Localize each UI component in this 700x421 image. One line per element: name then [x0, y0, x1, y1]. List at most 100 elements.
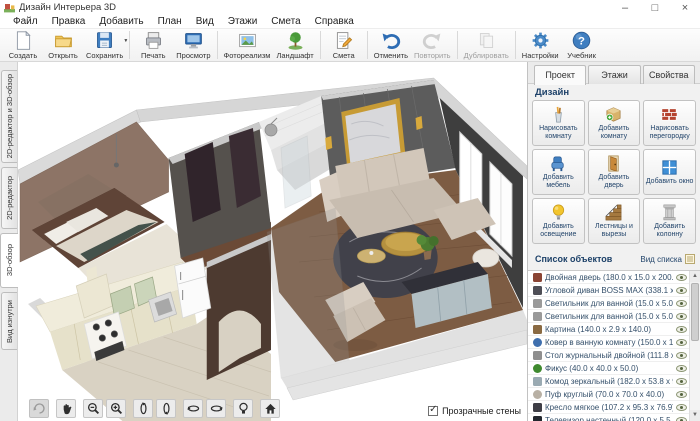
- transparent-walls-toggle[interactable]: Прозрачные стены: [428, 406, 521, 416]
- minimize-button[interactable]: –: [610, 1, 640, 15]
- draw-room-button[interactable]: Нарисовать комнату: [532, 100, 585, 146]
- orbit-left-button[interactable]: [183, 399, 203, 418]
- rotate-vertical-right-icon: [159, 401, 174, 416]
- orbit-right-button[interactable]: [206, 399, 226, 418]
- scroll-thumb[interactable]: [691, 283, 699, 341]
- object-row[interactable]: Пуф круглый (70.0 x 70.0 x 40.0): [528, 388, 689, 401]
- add-room-button[interactable]: Добавить комнату: [588, 100, 641, 146]
- list-view-icon[interactable]: [685, 250, 695, 268]
- object-row[interactable]: Телевизор настенный (120.0 x 5.5 x 7...: [528, 414, 689, 421]
- landscape-icon: [285, 30, 306, 51]
- right-panel: Проект Этажи Свойства Дизайн Нарисовать …: [527, 62, 700, 421]
- view-toolbar: [29, 399, 280, 418]
- visibility-eye-icon[interactable]: [676, 352, 687, 359]
- armchair-icon: [533, 403, 542, 412]
- menu-estimate[interactable]: Смета: [264, 16, 307, 27]
- add-furniture-button[interactable]: Добавить мебель: [532, 149, 585, 195]
- object-row[interactable]: Стол журнальный двойной (111.8 x 8...: [528, 349, 689, 362]
- duplicate-button[interactable]: Дублировать: [461, 29, 512, 61]
- visibility-eye-icon[interactable]: [676, 339, 687, 346]
- settings-button[interactable]: Настройки: [519, 29, 562, 61]
- tab-properties[interactable]: Свойства: [643, 65, 695, 84]
- open-icon: [53, 30, 74, 51]
- menu-help[interactable]: Справка: [308, 16, 361, 27]
- transparent-walls-checkbox[interactable]: [428, 406, 438, 416]
- close-button[interactable]: ×: [670, 1, 700, 15]
- menu-add[interactable]: Добавить: [92, 16, 150, 27]
- 3d-viewport[interactable]: Прозрачные стены: [18, 62, 527, 421]
- menu-view[interactable]: Вид: [189, 16, 221, 27]
- add-column-button[interactable]: Добавить колонну: [643, 198, 696, 244]
- pan-hand-icon: [59, 401, 74, 416]
- picture-icon: [533, 325, 542, 334]
- landscape-button[interactable]: Ландшафт: [273, 29, 316, 61]
- add-window-button[interactable]: Добавить окно: [643, 149, 696, 195]
- tab-3d-view[interactable]: 3D-обзор: [0, 233, 18, 288]
- new-project-button[interactable]: Создать: [3, 29, 43, 61]
- visibility-eye-icon[interactable]: [676, 326, 687, 333]
- scroll-down-arrow[interactable]: [690, 410, 700, 421]
- titlebar: Дизайн Интерьера 3D – □ ×: [0, 0, 700, 15]
- visibility-eye-icon[interactable]: [676, 313, 687, 320]
- object-row[interactable]: Ковер в ванную комнату (150.0 x 150...: [528, 336, 689, 349]
- zoom-out-icon: [86, 401, 101, 416]
- objects-scrollbar[interactable]: [689, 271, 700, 421]
- object-row[interactable]: Фикус (40.0 x 40.0 x 50.0): [528, 362, 689, 375]
- plant-icon: [533, 364, 542, 373]
- visibility-eye-icon[interactable]: [676, 391, 687, 398]
- estimate-button[interactable]: Смета: [324, 29, 364, 61]
- menu-file[interactable]: Файл: [6, 16, 45, 27]
- menu-plan[interactable]: План: [151, 16, 189, 27]
- open-button[interactable]: Открыть: [43, 29, 83, 61]
- visibility-eye-icon[interactable]: [676, 417, 687, 421]
- home-icon: [263, 401, 278, 416]
- tab-2d-editor[interactable]: 2D-редактор: [1, 167, 17, 229]
- save-button[interactable]: Сохранить: [83, 29, 126, 61]
- undo-button[interactable]: Отменить: [371, 29, 411, 61]
- tutorial-icon: ?: [571, 30, 592, 51]
- visibility-eye-icon[interactable]: [676, 378, 687, 385]
- object-row[interactable]: Картина (140.0 x 2.9 x 140.0): [528, 323, 689, 336]
- draw-partition-button[interactable]: Нарисовать перегородку: [643, 100, 696, 146]
- redo-button[interactable]: Повторить: [411, 29, 454, 61]
- object-row[interactable]: Кресло мягкое (107.2 x 95.3 x 76.9): [528, 401, 689, 414]
- menu-edit[interactable]: Правка: [45, 16, 93, 27]
- object-row[interactable]: Светильник для ванной (15.0 x 5.0 x 3...: [528, 310, 689, 323]
- photorealism-icon: [237, 30, 258, 51]
- scroll-up-arrow[interactable]: [690, 271, 700, 282]
- object-row[interactable]: Светильник для ванной (15.0 x 5.0 x 3...: [528, 297, 689, 310]
- tab-project[interactable]: Проект: [534, 65, 586, 85]
- list-view-label[interactable]: Вид списка: [640, 255, 682, 264]
- rotate-down-button[interactable]: [156, 399, 176, 418]
- zoom-out-button[interactable]: [83, 399, 103, 418]
- menu-floors[interactable]: Этажи: [221, 16, 265, 27]
- print-button[interactable]: Печать: [133, 29, 173, 61]
- visibility-eye-icon[interactable]: [676, 287, 687, 294]
- tab-2d-editor-3d-view[interactable]: 2D-редактор и 3D-обзор: [1, 70, 17, 163]
- zoom-in-button[interactable]: [106, 399, 126, 418]
- rotate-up-button[interactable]: [133, 399, 153, 418]
- tab-floors[interactable]: Этажи: [588, 65, 640, 84]
- add-door-button[interactable]: Добавить дверь: [588, 149, 641, 195]
- object-row[interactable]: Двойная дверь (180.0 x 15.0 x 200.0): [528, 271, 689, 284]
- lighting-button[interactable]: [233, 399, 253, 418]
- photorealism-button[interactable]: Фотореализм: [221, 29, 274, 61]
- visibility-eye-icon[interactable]: [676, 404, 687, 411]
- save-dropdown-arrow[interactable]: [123, 38, 128, 44]
- preview-button[interactable]: Просмотр: [173, 29, 213, 61]
- tutorial-button[interactable]: ? Учебник: [562, 29, 602, 61]
- pan-button[interactable]: [56, 399, 76, 418]
- visibility-eye-icon[interactable]: [676, 300, 687, 307]
- object-row[interactable]: Угловой диван BOSS MAX (338.1 x 183...: [528, 284, 689, 297]
- add-room-icon: [603, 105, 624, 124]
- rotate-360-button[interactable]: [29, 399, 49, 418]
- object-row[interactable]: Комод зеркальный (182.0 x 53.8 x 98.0): [528, 375, 689, 388]
- visibility-eye-icon[interactable]: [676, 365, 687, 372]
- home-view-button[interactable]: [260, 399, 280, 418]
- visibility-eye-icon[interactable]: [676, 274, 687, 281]
- maximize-button[interactable]: □: [640, 1, 670, 15]
- stairs-cutouts-button[interactable]: Лестницы и вырезы: [588, 198, 641, 244]
- tab-interior-view[interactable]: Вид изнутри: [1, 292, 17, 350]
- add-lighting-button[interactable]: Добавить освещение: [532, 198, 585, 244]
- door-icon: [533, 273, 542, 282]
